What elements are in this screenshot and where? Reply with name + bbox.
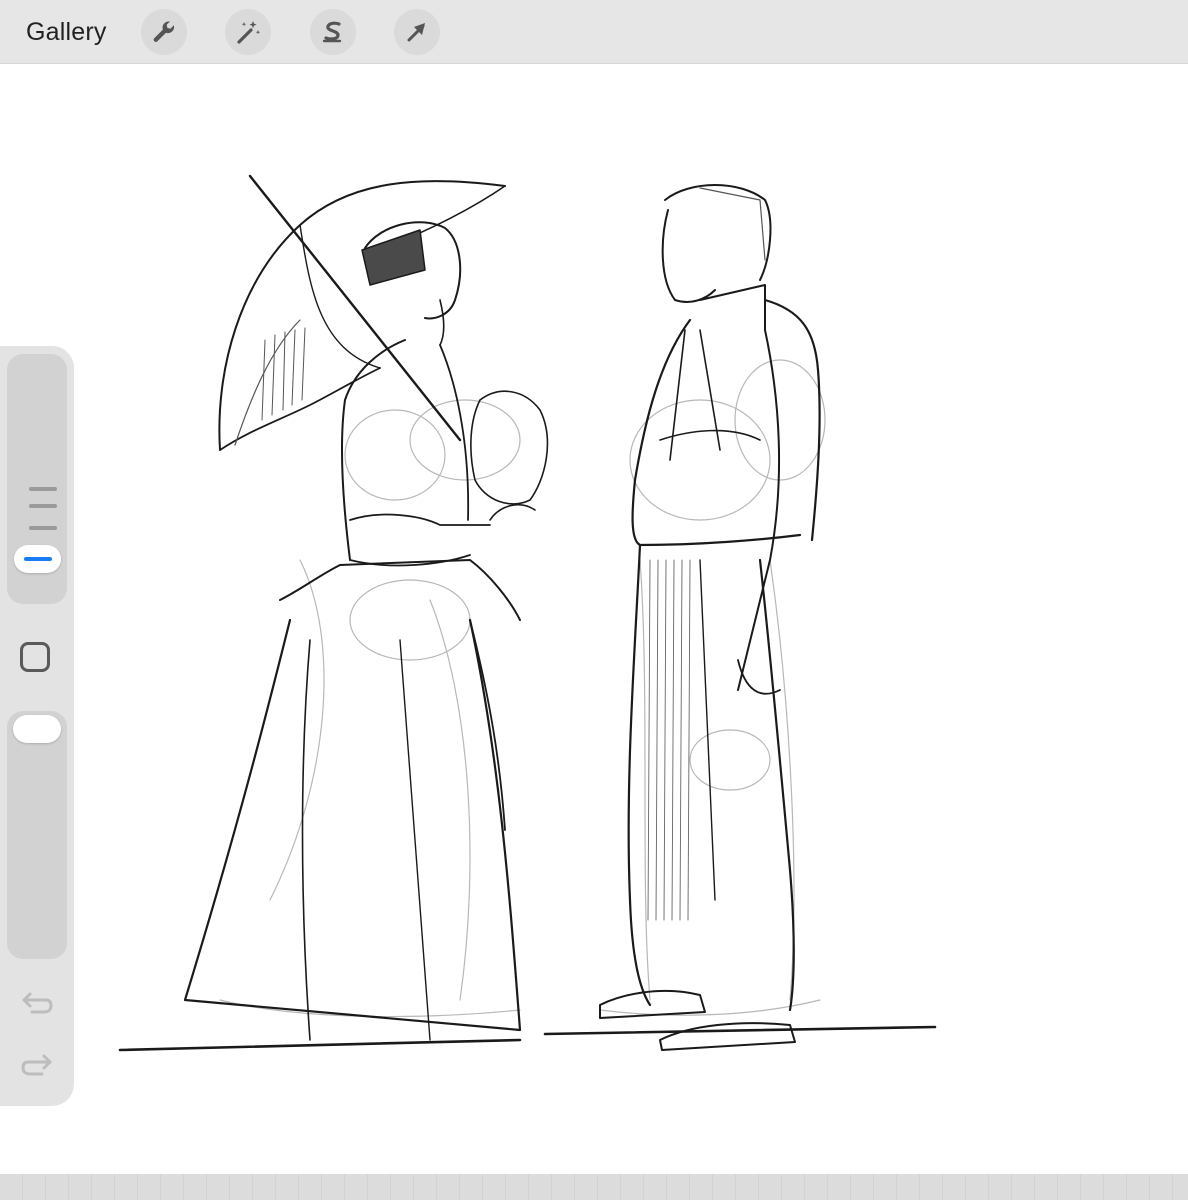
slider-grip-line bbox=[29, 487, 57, 491]
undo-button[interactable] bbox=[20, 991, 54, 1021]
square-modify-icon[interactable] bbox=[20, 642, 50, 672]
gallery-button[interactable]: Gallery bbox=[26, 15, 107, 49]
redo-button[interactable] bbox=[20, 1053, 54, 1083]
selection-button[interactable] bbox=[310, 9, 356, 55]
wrench-icon bbox=[153, 21, 175, 42]
undo-icon bbox=[22, 992, 53, 1014]
redo-icon bbox=[21, 1054, 52, 1076]
arrow-cursor-icon bbox=[407, 23, 425, 42]
drawing-canvas[interactable] bbox=[0, 64, 1188, 1174]
bottom-bar bbox=[0, 1174, 1188, 1200]
opacity-slider[interactable] bbox=[7, 711, 67, 959]
magic-wand-icon bbox=[237, 21, 261, 44]
accent-indicator bbox=[24, 557, 52, 561]
brush-size-slider[interactable] bbox=[7, 354, 67, 604]
slider-grip-line bbox=[29, 526, 57, 530]
actions-button[interactable] bbox=[141, 9, 187, 55]
transform-button[interactable] bbox=[394, 9, 440, 55]
pencil-sketch bbox=[118, 174, 937, 1052]
brush-sidebar bbox=[0, 346, 74, 1106]
slider-grip-line bbox=[29, 504, 57, 508]
procreate-app: Gallery bbox=[0, 0, 1188, 1200]
opacity-thumb[interactable] bbox=[13, 715, 61, 743]
selection-s-icon bbox=[322, 21, 342, 43]
top-toolbar: Gallery bbox=[0, 0, 1188, 64]
brush-size-thumb[interactable] bbox=[14, 545, 61, 573]
adjustments-button[interactable] bbox=[225, 9, 271, 55]
